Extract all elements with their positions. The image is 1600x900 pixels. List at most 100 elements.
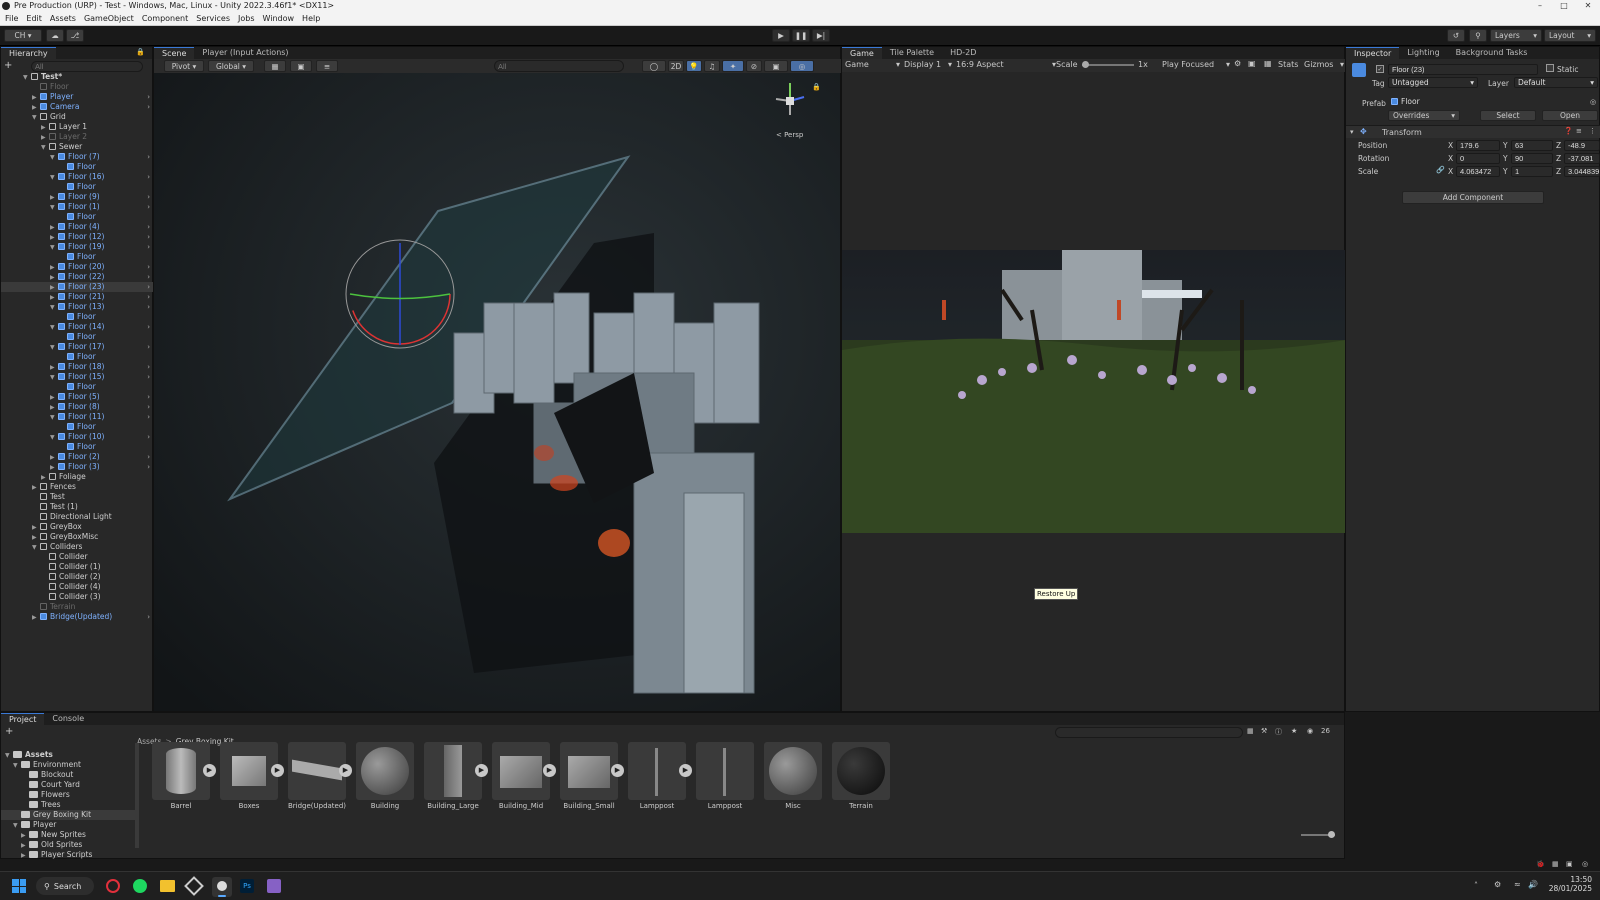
minimize-icon[interactable]: –	[1528, 0, 1552, 12]
hierarchy-item[interactable]: ▶ GreyBoxMisc	[1, 532, 154, 542]
auto-generate-icon[interactable]: ▣	[1566, 860, 1573, 868]
project-folder-item[interactable]: ▶ New Sprites	[1, 830, 137, 840]
audio-toggle-icon[interactable]: ♫	[704, 60, 720, 72]
project-folder-item[interactable]: ▶ Old Sprites	[1, 840, 137, 850]
play-focused-dropdown[interactable]: Play Focused ▾	[1162, 60, 1230, 71]
asset-thumbnail[interactable]	[628, 742, 686, 800]
favorite-icon[interactable]: ★	[1291, 727, 1297, 735]
clock[interactable]: 13:50 28/01/2025	[1546, 875, 1592, 893]
asset-thumbnail[interactable]	[220, 742, 278, 800]
menu-file[interactable]: File	[5, 14, 18, 23]
volume-icon[interactable]: 🔊	[1528, 880, 1538, 889]
overrides-dropdown[interactable]: Overrides ▾	[1388, 110, 1460, 121]
tab-game[interactable]: Game	[842, 47, 882, 59]
asset-label[interactable]: Terrain	[828, 802, 894, 810]
tab-background-tasks[interactable]: Background Tasks	[1448, 47, 1536, 59]
hierarchy-item[interactable]: Collider (3)	[1, 592, 154, 602]
open-prefab-icon[interactable]: ›	[147, 362, 150, 372]
hierarchy-item[interactable]: ▼ Colliders	[1, 542, 154, 552]
hierarchy-item[interactable]: Floor	[1, 182, 154, 192]
pivot-dropdown[interactable]: Pivot ▾	[164, 60, 204, 72]
add-icon[interactable]: +	[4, 61, 14, 71]
hierarchy-item[interactable]: ▶ Floor (3) ›	[1, 462, 154, 472]
expand-prefab-arrow-icon[interactable]: ▶	[203, 764, 216, 777]
position-x-input[interactable]	[1456, 140, 1500, 151]
info-icon[interactable]: ⓘ	[1275, 727, 1282, 737]
open-prefab-icon[interactable]: ›	[147, 172, 150, 182]
hierarchy-item[interactable]: ▼ Floor (10) ›	[1, 432, 154, 442]
open-prefab-icon[interactable]: ›	[147, 452, 150, 462]
photoshop-icon[interactable]: Ps	[240, 879, 254, 893]
hierarchy-item[interactable]: ▶ Floor (18) ›	[1, 362, 154, 372]
asset-label[interactable]: Lamppost	[624, 802, 690, 810]
hierarchy-item[interactable]: ▼ Test*	[1, 72, 154, 82]
asset-thumbnail[interactable]	[356, 742, 414, 800]
taskbar-search-button[interactable]: ⚲ Search	[36, 877, 94, 895]
hierarchy-item[interactable]: Terrain	[1, 602, 154, 612]
expand-prefab-arrow-icon[interactable]: ▶	[543, 764, 556, 777]
open-prefab-icon[interactable]: ›	[147, 92, 150, 102]
hierarchy-item[interactable]: ▶ Floor (4) ›	[1, 222, 154, 232]
asset-thumbnail[interactable]	[288, 742, 346, 800]
hierarchy-item[interactable]: Floor	[1, 422, 154, 432]
tab-tile-palette[interactable]: Tile Palette	[882, 47, 942, 59]
scene-camera-icon[interactable]: ▣	[764, 60, 788, 72]
asset-thumbnail[interactable]	[764, 742, 822, 800]
account-button[interactable]: CH ▾	[4, 29, 42, 42]
stats-button[interactable]: Stats	[1278, 60, 1298, 69]
project-folder-item[interactable]: ▼ Assets	[1, 750, 137, 760]
hierarchy-item[interactable]: ▼ Floor (1) ›	[1, 202, 154, 212]
hierarchy-search-input[interactable]	[31, 61, 143, 72]
prefab-field[interactable]: Floor	[1388, 97, 1594, 108]
play-button[interactable]: ▶	[772, 29, 790, 42]
tab-player-input-actions[interactable]: Player (Input Actions)	[194, 47, 296, 59]
open-prefab-icon[interactable]: ›	[147, 432, 150, 442]
vsync-icon[interactable]: ▦	[1264, 59, 1272, 68]
hierarchy-item[interactable]: ▶ Floor (20) ›	[1, 262, 154, 272]
open-prefab-icon[interactable]: ›	[147, 612, 150, 622]
asset-label[interactable]: Building_Large	[420, 802, 486, 810]
open-prefab-icon[interactable]: ›	[147, 152, 150, 162]
open-prefab-icon[interactable]: ›	[147, 402, 150, 412]
hierarchy-item[interactable]: ▶ Bridge(Updated) ›	[1, 612, 154, 622]
layer-dropdown[interactable]: Default ▾	[1514, 77, 1598, 88]
asset-thumbnail[interactable]	[424, 742, 482, 800]
expand-arrow-icon[interactable]: ▶	[32, 613, 40, 623]
visual-studio-icon[interactable]	[267, 879, 281, 893]
tab-inspector[interactable]: Inspector	[1346, 47, 1400, 59]
tab-scene[interactable]: Scene	[154, 47, 195, 59]
hierarchy-item[interactable]: Collider (1)	[1, 562, 154, 572]
expand-prefab-arrow-icon[interactable]: ▶	[475, 764, 488, 777]
search-icon[interactable]: ⚲	[1469, 29, 1487, 42]
asset-label[interactable]: Lamppost	[692, 802, 758, 810]
tab-console[interactable]: Console	[44, 713, 92, 725]
version-control-icon[interactable]: ⎇	[66, 29, 84, 42]
open-prefab-icon[interactable]: ›	[147, 222, 150, 232]
global-dropdown[interactable]: Global ▾	[208, 60, 254, 72]
create-asset-icon[interactable]: +	[5, 726, 13, 737]
hierarchy-item[interactable]: Floor	[1, 162, 154, 172]
spotify-icon[interactable]	[133, 879, 147, 893]
tab-project[interactable]: Project	[1, 713, 45, 725]
open-prefab-icon[interactable]: ›	[147, 392, 150, 402]
tray-app-icon[interactable]: ⚙	[1494, 880, 1501, 889]
hierarchy-item[interactable]: ▼ Floor (14) ›	[1, 322, 154, 332]
hierarchy-item[interactable]: ▶ Foliage	[1, 472, 154, 482]
hierarchy-item[interactable]: Test	[1, 492, 154, 502]
hierarchy-item[interactable]: Collider (4)	[1, 582, 154, 592]
position-z-input[interactable]	[1564, 140, 1600, 151]
open-prefab-icon[interactable]: ›	[147, 242, 150, 252]
snap-increment-icon[interactable]: ▣	[290, 60, 312, 72]
project-folder-item[interactable]: Grey Boxing Kit	[1, 810, 137, 820]
expand-prefab-arrow-icon[interactable]: ▶	[339, 764, 352, 777]
select-button[interactable]: Select	[1480, 110, 1536, 121]
asset-label[interactable]: Bridge(Updated)	[284, 802, 350, 810]
frame-debugger-icon[interactable]: ▣	[1248, 59, 1256, 68]
transform-header[interactable]: ▾ ✥ Transform ❓ ≡ ⋮	[1346, 125, 1600, 138]
history-icon[interactable]: ↺	[1447, 29, 1465, 42]
hidden-count-icon[interactable]: ◉	[1307, 727, 1313, 735]
hierarchy-item[interactable]: ▼ Floor (13) ›	[1, 302, 154, 312]
presets-icon[interactable]: ≡	[1576, 127, 1582, 135]
scale-y-input[interactable]	[1511, 166, 1553, 177]
project-folder-item[interactable]: ▼ Environment	[1, 760, 137, 770]
